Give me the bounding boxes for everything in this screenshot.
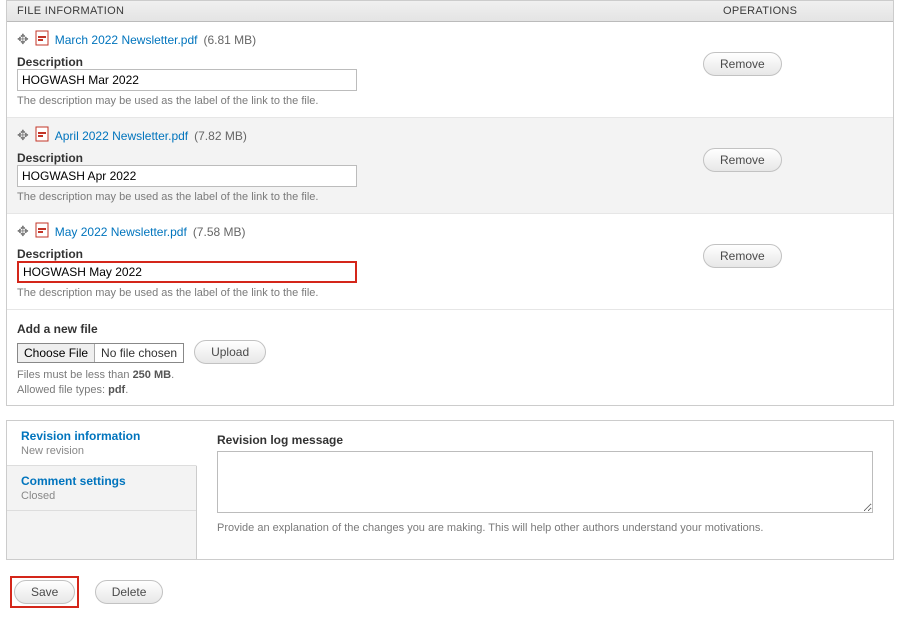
file-size: (6.81 MB) (203, 33, 256, 47)
pdf-icon (35, 30, 49, 49)
file-size: (7.58 MB) (193, 225, 246, 239)
description-hint: The description may be used as the label… (17, 287, 703, 299)
remove-button[interactable]: Remove (703, 148, 782, 172)
vertical-tab[interactable]: Revision information New revision (7, 421, 197, 466)
add-file-label: Add a new file (17, 322, 883, 336)
description-hint: The description may be used as the label… (17, 191, 703, 203)
drag-handle-icon[interactable]: ✥ (17, 223, 29, 240)
drag-handle-icon[interactable]: ✥ (17, 31, 29, 48)
add-file-section: Add a new file Choose File No file chose… (7, 310, 893, 405)
file-row: ✥ March 2022 Newsletter.pdf (6.81 MB) Desc… (7, 22, 893, 118)
form-actions: Save Delete (0, 560, 900, 622)
delete-button[interactable]: Delete (95, 580, 164, 604)
vertical-tabs: Revision information New revision Comment … (7, 421, 197, 559)
description-label: Description (17, 247, 703, 261)
description-label: Description (17, 151, 703, 165)
remove-button[interactable]: Remove (703, 52, 782, 76)
revision-log-label: Revision log message (217, 433, 873, 447)
drag-handle-icon[interactable]: ✥ (17, 127, 29, 144)
table-header: FILE INFORMATION OPERATIONS (7, 1, 893, 22)
file-link[interactable]: April 2022 Newsletter.pdf (55, 129, 188, 143)
file-link[interactable]: May 2022 Newsletter.pdf (55, 225, 187, 239)
save-highlight: Save (10, 576, 79, 608)
col-file-info: FILE INFORMATION (7, 1, 713, 21)
revision-log-hint: Provide an explanation of the changes yo… (217, 522, 873, 534)
save-button[interactable]: Save (14, 580, 75, 604)
file-size: (7.82 MB) (194, 129, 247, 143)
revision-tab-body: Revision log message Provide an explanat… (197, 421, 893, 559)
remove-button[interactable]: Remove (703, 244, 782, 268)
tab-subtitle: New revision (21, 445, 184, 457)
pdf-icon (35, 126, 49, 145)
file-link[interactable]: March 2022 Newsletter.pdf (55, 33, 198, 47)
file-row: ✥ May 2022 Newsletter.pdf (7.58 MB) Descri… (7, 214, 893, 310)
description-input[interactable] (17, 69, 357, 91)
choose-file-button[interactable]: Choose File (18, 344, 95, 362)
tab-title: Revision information (21, 429, 184, 443)
file-row: ✥ April 2022 Newsletter.pdf (7.82 MB) Desc… (7, 118, 893, 214)
file-table: FILE INFORMATION OPERATIONS ✥ March 2022 … (6, 0, 894, 406)
vertical-tab[interactable]: Comment settings Closed (7, 466, 196, 511)
description-input[interactable] (17, 261, 357, 283)
file-chooser[interactable]: Choose File No file chosen (17, 343, 184, 363)
col-operations: OPERATIONS (713, 1, 893, 21)
tab-title: Comment settings (21, 474, 184, 488)
tab-subtitle: Closed (21, 490, 184, 502)
chosen-file-text: No file chosen (95, 344, 183, 362)
revision-log-textarea[interactable] (217, 451, 873, 513)
pdf-icon (35, 222, 49, 241)
file-constraints: Files must be less than 250 MB. Allowed … (17, 368, 883, 399)
description-input[interactable] (17, 165, 357, 187)
vertical-tabs-panel: Revision information New revision Comment … (6, 420, 894, 560)
description-hint: The description may be used as the label… (17, 95, 703, 107)
upload-button[interactable]: Upload (194, 340, 266, 364)
description-label: Description (17, 55, 703, 69)
